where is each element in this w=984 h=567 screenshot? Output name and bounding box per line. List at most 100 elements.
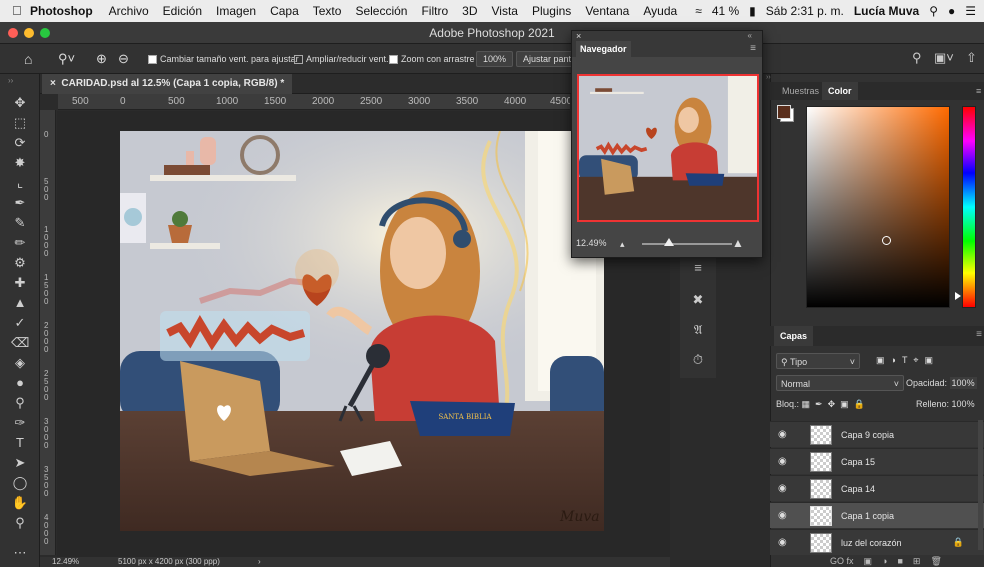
mask-icon[interactable]: ▣ bbox=[864, 556, 873, 567]
more-tools-icon[interactable]: ⋯ bbox=[11, 544, 29, 562]
tab-navegador[interactable]: Navegador bbox=[576, 41, 631, 57]
hand-tool-icon[interactable]: ✋ bbox=[11, 494, 29, 512]
history-panel-icon[interactable]: ⏱ bbox=[688, 350, 708, 370]
paint-bucket-tool-icon[interactable]: ◈ bbox=[11, 354, 29, 372]
layer-row[interactable]: ◉ Capa 9 copia bbox=[770, 421, 984, 447]
layers-scrollbar[interactable] bbox=[978, 420, 983, 550]
pen-tool-icon[interactable]: ✑ bbox=[11, 414, 29, 432]
layer-row-selected[interactable]: ◉ Capa 1 copia bbox=[770, 502, 984, 528]
trash-icon[interactable]: 🗑 bbox=[930, 556, 941, 567]
zoom-100-button[interactable]: 100% bbox=[476, 51, 514, 67]
menu-seleccion[interactable]: Selección bbox=[355, 4, 407, 18]
layer-filter-select[interactable]: ⚲ Tipo ˅ bbox=[776, 353, 860, 369]
navigator-zoom-value[interactable]: 12.49% bbox=[576, 238, 607, 248]
navigator-zoom-slider[interactable] bbox=[642, 243, 732, 245]
zoom-tool-icon[interactable]: ⚲ bbox=[11, 514, 29, 532]
folder-icon[interactable]: ■ bbox=[897, 556, 902, 567]
foreground-color-swatch[interactable] bbox=[777, 105, 791, 119]
path-selection-tool-icon[interactable]: ➤ bbox=[11, 454, 29, 472]
magic-wand-tool-icon[interactable]: ✸ bbox=[11, 154, 29, 172]
glyphs-panel-icon[interactable]: 𝔄 bbox=[688, 320, 708, 340]
menu-edicion[interactable]: Edición bbox=[163, 4, 202, 18]
navigator-thumbnail[interactable] bbox=[577, 74, 759, 222]
status-zoom[interactable]: 12.49% bbox=[52, 557, 79, 566]
healing-brush-tool-icon[interactable]: ✎ bbox=[11, 214, 29, 232]
eyedropper-tool-icon[interactable]: ✒ bbox=[11, 194, 29, 212]
crop-tool-icon[interactable]: ⌞ bbox=[11, 174, 29, 192]
panel-collapse-icon[interactable]: ›› bbox=[766, 74, 984, 82]
wifi-icon[interactable]: ≈ bbox=[695, 4, 702, 18]
hue-slider-marker[interactable] bbox=[955, 292, 961, 300]
scrubby-zoom-checkbox[interactable]: Zoom con arrastre bbox=[389, 54, 475, 64]
eraser-tool-icon[interactable]: ⌫ bbox=[11, 334, 29, 352]
visibility-eye-icon[interactable]: ◉ bbox=[778, 510, 787, 521]
layer-name[interactable]: Capa 9 copia bbox=[841, 430, 894, 440]
visibility-eye-icon[interactable]: ◉ bbox=[778, 537, 787, 548]
menu-vista[interactable]: Vista bbox=[491, 4, 517, 18]
vertical-ruler[interactable]: 0 5 0 0 1 0 0 0 1 5 0 0 2 0 0 0 2 5 0 0 … bbox=[40, 110, 56, 555]
navigator-menu-icon[interactable]: ≡ bbox=[750, 43, 756, 54]
marquee-tool-icon[interactable]: ⬚ bbox=[11, 114, 29, 132]
dodge-tool-icon[interactable]: ⚲ bbox=[11, 394, 29, 412]
zoom-tool-preset-icon[interactable]: ⚲˅ bbox=[58, 51, 75, 67]
user-name[interactable]: Lucía Muva bbox=[854, 4, 919, 18]
search-icon[interactable]: ⚲ bbox=[912, 50, 922, 66]
menu-ventana[interactable]: Ventana bbox=[585, 4, 629, 18]
clone-stamp-tool-icon[interactable]: ⚙ bbox=[11, 254, 29, 272]
tab-capas[interactable]: Capas bbox=[774, 326, 814, 346]
close-tab-icon[interactable]: × bbox=[50, 78, 56, 89]
clock[interactable]: Sáb 2:31 p. m. bbox=[766, 4, 844, 18]
type-tool-icon[interactable]: T bbox=[11, 434, 29, 452]
navigator-zoom-slider-knob[interactable] bbox=[664, 238, 674, 246]
collapse-icon[interactable]: « bbox=[748, 31, 752, 40]
layers-footer-label[interactable]: GO fx bbox=[830, 556, 854, 567]
hue-slider[interactable] bbox=[962, 106, 976, 308]
share-icon[interactable]: ⇧ bbox=[966, 50, 977, 66]
panel-menu-icon[interactable]: ≡ bbox=[970, 82, 984, 100]
opacity-control[interactable]: Opacidad: 100% bbox=[906, 377, 977, 389]
menu-archivo[interactable]: Archivo bbox=[109, 4, 149, 18]
zoom-all-windows-checkbox[interactable]: Ampliar/reducir vent. bbox=[294, 54, 389, 64]
menu-texto[interactable]: Texto bbox=[313, 4, 342, 18]
layer-row[interactable]: ◉ Capa 15 bbox=[770, 448, 984, 474]
layers-panel-menu-icon[interactable]: ≡ bbox=[976, 329, 982, 340]
workspace-icon[interactable]: ▣˅ bbox=[934, 50, 954, 66]
tools-panel-icon[interactable]: ✖ bbox=[688, 290, 708, 310]
tab-muestras[interactable]: Muestras bbox=[776, 82, 825, 100]
layer-row[interactable]: ◉ Capa 14 bbox=[770, 475, 984, 501]
layer-name[interactable]: Capa 14 bbox=[841, 484, 875, 494]
brush-tool-icon[interactable]: ✏ bbox=[11, 234, 29, 252]
menu-plugins[interactable]: Plugins bbox=[532, 4, 571, 18]
color-picker-cursor[interactable] bbox=[882, 236, 891, 245]
shape-tool-icon[interactable]: ◯ bbox=[11, 474, 29, 492]
layer-name[interactable]: Capa 15 bbox=[841, 457, 875, 467]
adjustments-panel-icon[interactable]: ≡ bbox=[688, 258, 708, 278]
resize-windows-checkbox[interactable]: Cambiar tamaño vent. para ajustar bbox=[148, 54, 299, 64]
close-icon[interactable]: × bbox=[576, 31, 581, 41]
lasso-tool-icon[interactable]: ⟳ bbox=[11, 134, 29, 152]
status-arrow-icon[interactable]: › bbox=[258, 557, 261, 566]
battery-icon[interactable]: ▮ bbox=[749, 4, 756, 18]
visibility-eye-icon[interactable]: ◉ bbox=[778, 483, 787, 494]
stamp-tool-icon[interactable]: ▲ bbox=[11, 294, 29, 312]
history-brush-tool-icon[interactable]: ✚ bbox=[11, 274, 29, 292]
move-tool-icon[interactable]: ✥ bbox=[11, 94, 29, 112]
menu-ayuda[interactable]: Ayuda bbox=[643, 4, 677, 18]
blur-tool-icon[interactable]: ● bbox=[11, 374, 29, 392]
fill-control[interactable]: Relleno: 100% bbox=[916, 399, 975, 409]
fill-value[interactable]: 100% bbox=[952, 399, 975, 409]
zoom-out-mountain-icon[interactable]: ▴ bbox=[620, 239, 625, 250]
layer-filter-icons[interactable]: ▣◑T⌖▣ bbox=[876, 355, 939, 366]
new-layer-icon[interactable]: ⊞ bbox=[913, 556, 921, 567]
visibility-eye-icon[interactable]: ◉ bbox=[778, 456, 787, 467]
visibility-eye-icon[interactable]: ◉ bbox=[778, 429, 787, 440]
control-center-icon[interactable]: ☰ bbox=[965, 4, 976, 18]
menu-imagen[interactable]: Imagen bbox=[216, 4, 256, 18]
layer-row[interactable]: ◉ luz del corazón 🔒 bbox=[770, 529, 984, 555]
horizontal-ruler[interactable]: 500 0 500 1000 1500 2000 2500 3000 3500 … bbox=[58, 94, 570, 110]
color-picker-field[interactable] bbox=[806, 106, 950, 308]
document-canvas[interactable]: SANTA BIBLIA Muva bbox=[120, 131, 604, 531]
home-icon[interactable]: ⌂ bbox=[24, 51, 32, 67]
tab-color[interactable]: Color bbox=[822, 82, 858, 100]
adjustment-icon[interactable]: ◑ bbox=[882, 556, 887, 567]
